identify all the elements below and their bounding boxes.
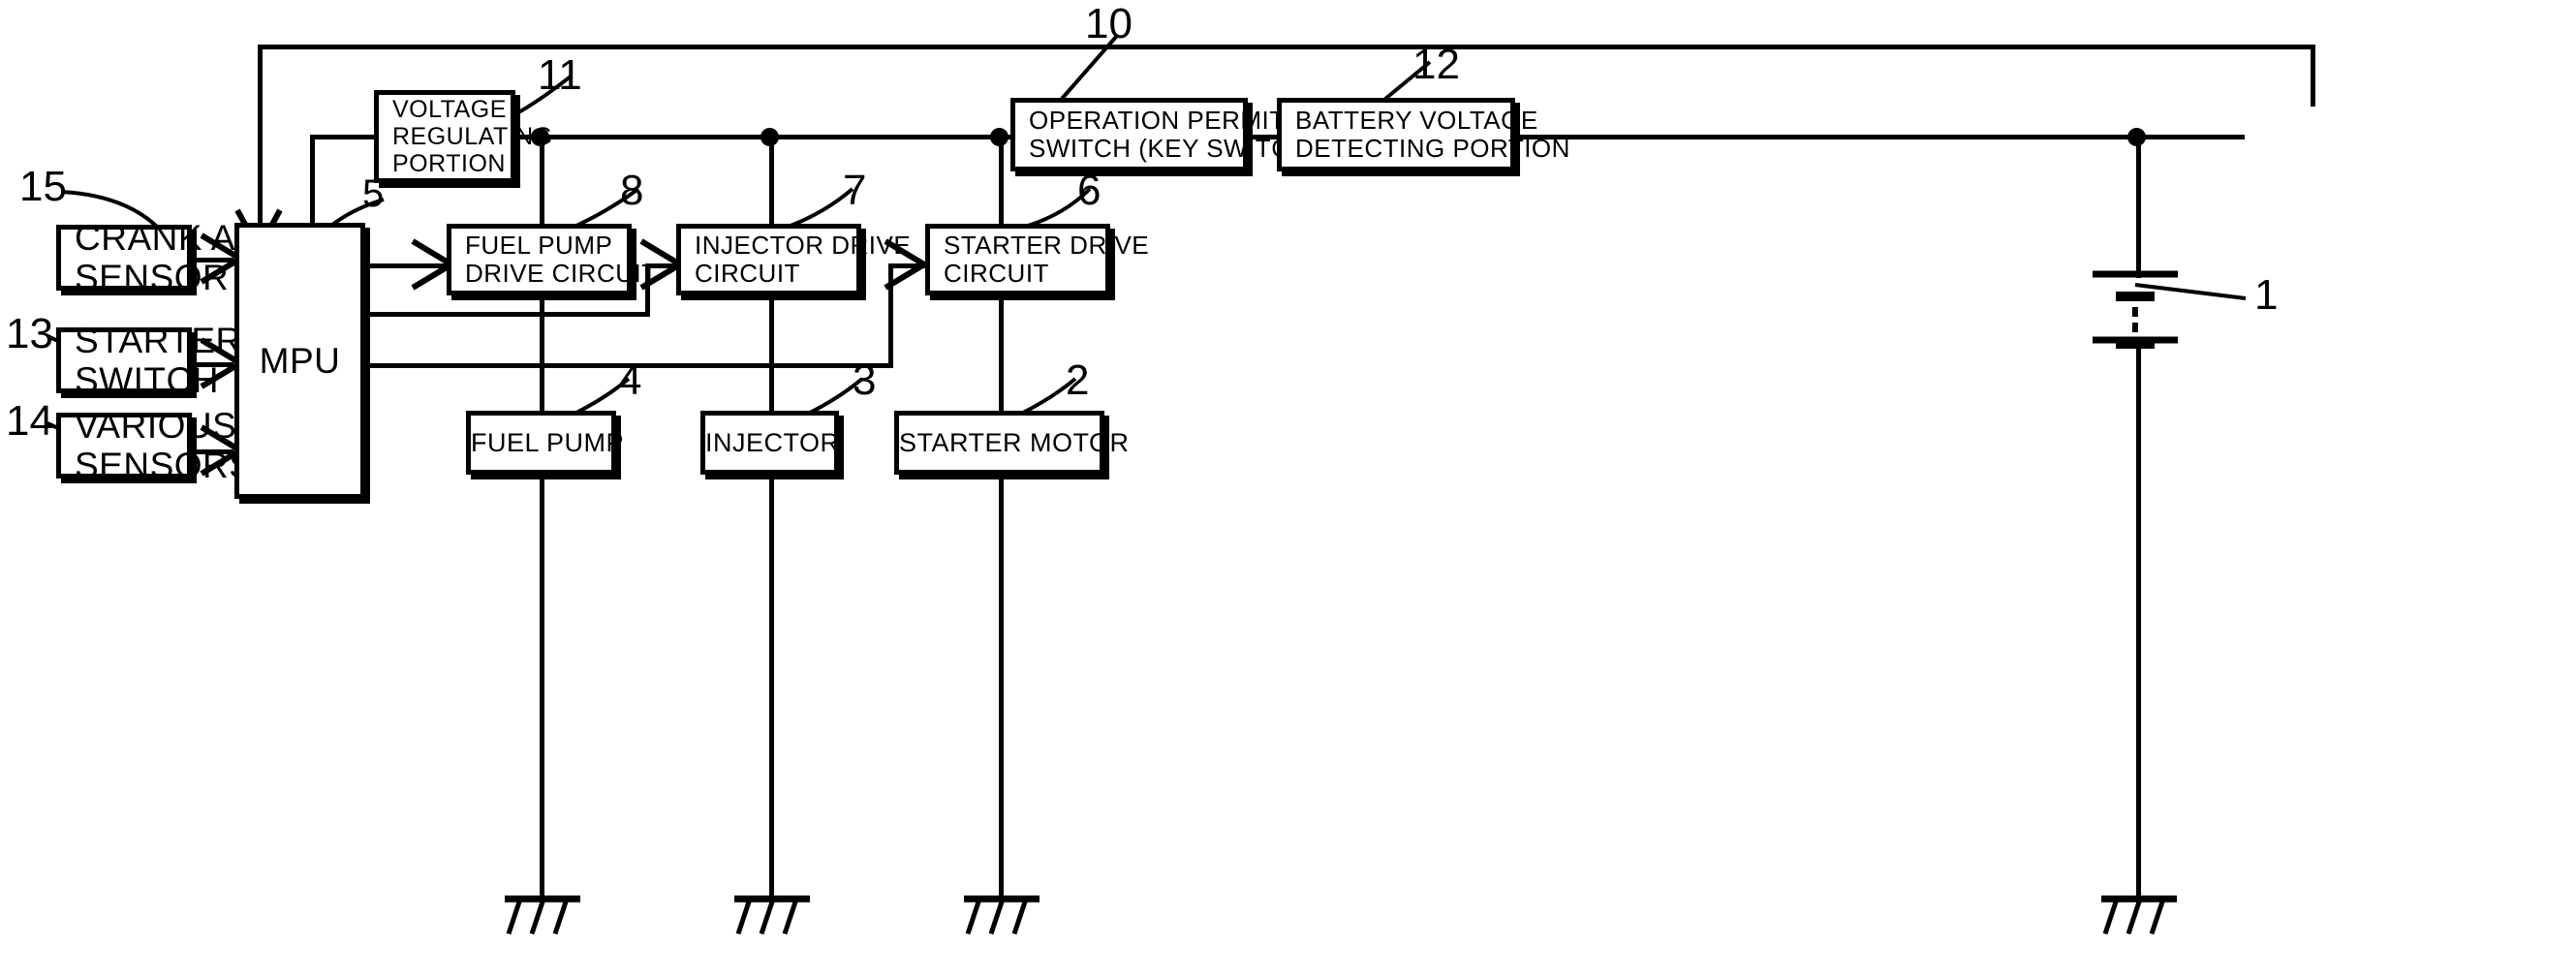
block-injector-drive-circuit[interactable]: INJECTOR DRIVE CIRCUIT	[676, 224, 912, 295]
block-voltage-regulating-portion[interactable]: VOLTAGE REGULATING PORTION	[374, 90, 553, 183]
block-operation-permit-switch[interactable]: OPERATION PERMIT SWITCH (KEY SWITCH)	[1010, 98, 1318, 171]
block-crank-angle-sensor[interactable]: CRANK ANGLE SENSOR	[56, 218, 334, 297]
block-various-sensors-line-1: VARIOUS	[75, 405, 237, 446]
wire-battery-trunk-lower	[2136, 339, 2141, 899]
block-mpu[interactable]: MPU	[234, 223, 365, 499]
reference-numeral-2: 2	[1066, 356, 1090, 404]
block-starter-drive-circuit[interactable]: STARTER DRIVE CIRCUIT	[925, 224, 1150, 295]
block-bvdp-line-1: BATTERY VOLTAGE	[1295, 105, 1538, 135]
reference-numeral-6: 6	[1077, 167, 1102, 214]
ground-symbol-injector	[732, 895, 812, 949]
block-starter-drive-line-1: STARTER DRIVE	[944, 230, 1150, 260]
reference-numeral-4: 4	[618, 356, 642, 404]
wire-injector-to-ground	[769, 475, 774, 899]
patent-figure-block-diagram: CRANK ANGLE SENSOR STARTER SWITCH VARIOU…	[0, 0, 2576, 958]
wire-mpu-out2-horizontal	[365, 312, 650, 317]
junction-dot-battery-node	[2127, 128, 2146, 146]
block-mpu-label: MPU	[259, 340, 341, 381]
block-crank-angle-sensor-line-1: CRANK ANGLE	[75, 217, 335, 258]
wire-injector-drive-to-injector	[769, 295, 774, 411]
block-crank-angle-sensor-line-2: SENSOR	[75, 258, 230, 297]
wire-starter-drive-to-starter-motor	[999, 295, 1004, 411]
block-injector-drive-line-2: CIRCUIT	[695, 259, 800, 288]
reference-numeral-1: 1	[2254, 271, 2279, 319]
reference-numeral-13: 13	[6, 310, 53, 357]
reference-numeral-11: 11	[538, 51, 582, 99]
ground-symbol-starter-motor	[962, 895, 1041, 949]
block-fuel-pump[interactable]: FUEL PUMP	[466, 411, 625, 475]
block-various-sensors-line-2: SENSORS	[75, 446, 254, 485]
reference-numeral-7: 7	[843, 167, 867, 214]
block-operation-permit-switch-line-2: SWITCH (KEY SWITCH)	[1029, 134, 1318, 163]
block-starter-motor-label: STARTER MOTOR	[899, 427, 1130, 457]
reference-numeral-10: 10	[1085, 0, 1133, 47]
block-starter-drive-line-2: CIRCUIT	[944, 259, 1049, 288]
wire-starter-motor-to-ground	[999, 475, 1004, 899]
wire-rail-to-injector-drive	[769, 137, 774, 224]
wire-rail-to-key-switch	[999, 137, 1004, 224]
block-vrp-line-3: PORTION	[392, 150, 506, 177]
reference-numeral-3: 3	[853, 356, 877, 404]
reference-numeral-15: 15	[19, 163, 67, 210]
block-fuel-pump-label: FUEL PUMP	[471, 427, 625, 457]
block-starter-switch-line-2: SWITCH	[75, 360, 219, 400]
block-injector-label: INJECTOR	[705, 427, 840, 457]
wire-vrp-input-drop	[310, 135, 315, 232]
wire-fuel-pump-drive-to-fuel-pump	[540, 295, 544, 411]
wire-bvdp-left-lead	[2136, 135, 2245, 139]
reference-numeral-12: 12	[1412, 41, 1460, 88]
block-fuel-pump-drive-line-1: FUEL PUMP	[465, 230, 613, 260]
reference-numeral-8: 8	[620, 167, 644, 214]
block-starter-switch-line-1: STARTER	[75, 320, 242, 360]
junction-dot-rail-key-switch	[990, 128, 1009, 146]
reference-numeral-14: 14	[6, 397, 53, 445]
junction-dot-rail-injector	[760, 128, 779, 146]
block-fuel-pump-drive-line-2: DRIVE CIRCUIT	[465, 259, 658, 288]
wire-top-bus-horizontal	[258, 45, 2315, 49]
battery-symbol-lower-plate	[2064, 334, 2219, 357]
block-vrp-line-1: VOLTAGE	[392, 96, 507, 123]
block-various-sensors[interactable]: VARIOUS SENSORS	[56, 406, 253, 485]
block-bvdp-line-2: DETECTING PORTION	[1295, 134, 1570, 163]
ground-symbol-battery	[2099, 895, 2179, 949]
block-injector-drive-line-1: INJECTOR DRIVE	[695, 230, 912, 260]
block-starter-switch[interactable]: STARTER SWITCH	[56, 321, 241, 400]
block-vrp-line-2: REGULATING	[392, 123, 553, 150]
block-battery-voltage-detecting-portion[interactable]: BATTERY VOLTAGE DETECTING PORTION	[1277, 98, 1570, 171]
wire-vrp-input-horizontal	[310, 135, 374, 139]
block-fuel-pump-drive-circuit[interactable]: FUEL PUMP DRIVE CIRCUIT	[447, 224, 658, 295]
junction-dot-rail-fuel-pump	[531, 128, 549, 146]
reference-numeral-5: 5	[362, 172, 385, 215]
wire-top-bus-right-drop	[2311, 45, 2315, 107]
block-operation-permit-switch-line-1: OPERATION PERMIT	[1029, 105, 1286, 135]
ground-symbol-fuel-pump	[503, 895, 582, 949]
block-starter-motor[interactable]: STARTER MOTOR	[894, 411, 1130, 475]
wire-fuel-pump-to-ground	[540, 475, 544, 899]
wire-battery-trunk	[2136, 137, 2141, 278]
block-injector[interactable]: INJECTOR	[700, 411, 839, 475]
